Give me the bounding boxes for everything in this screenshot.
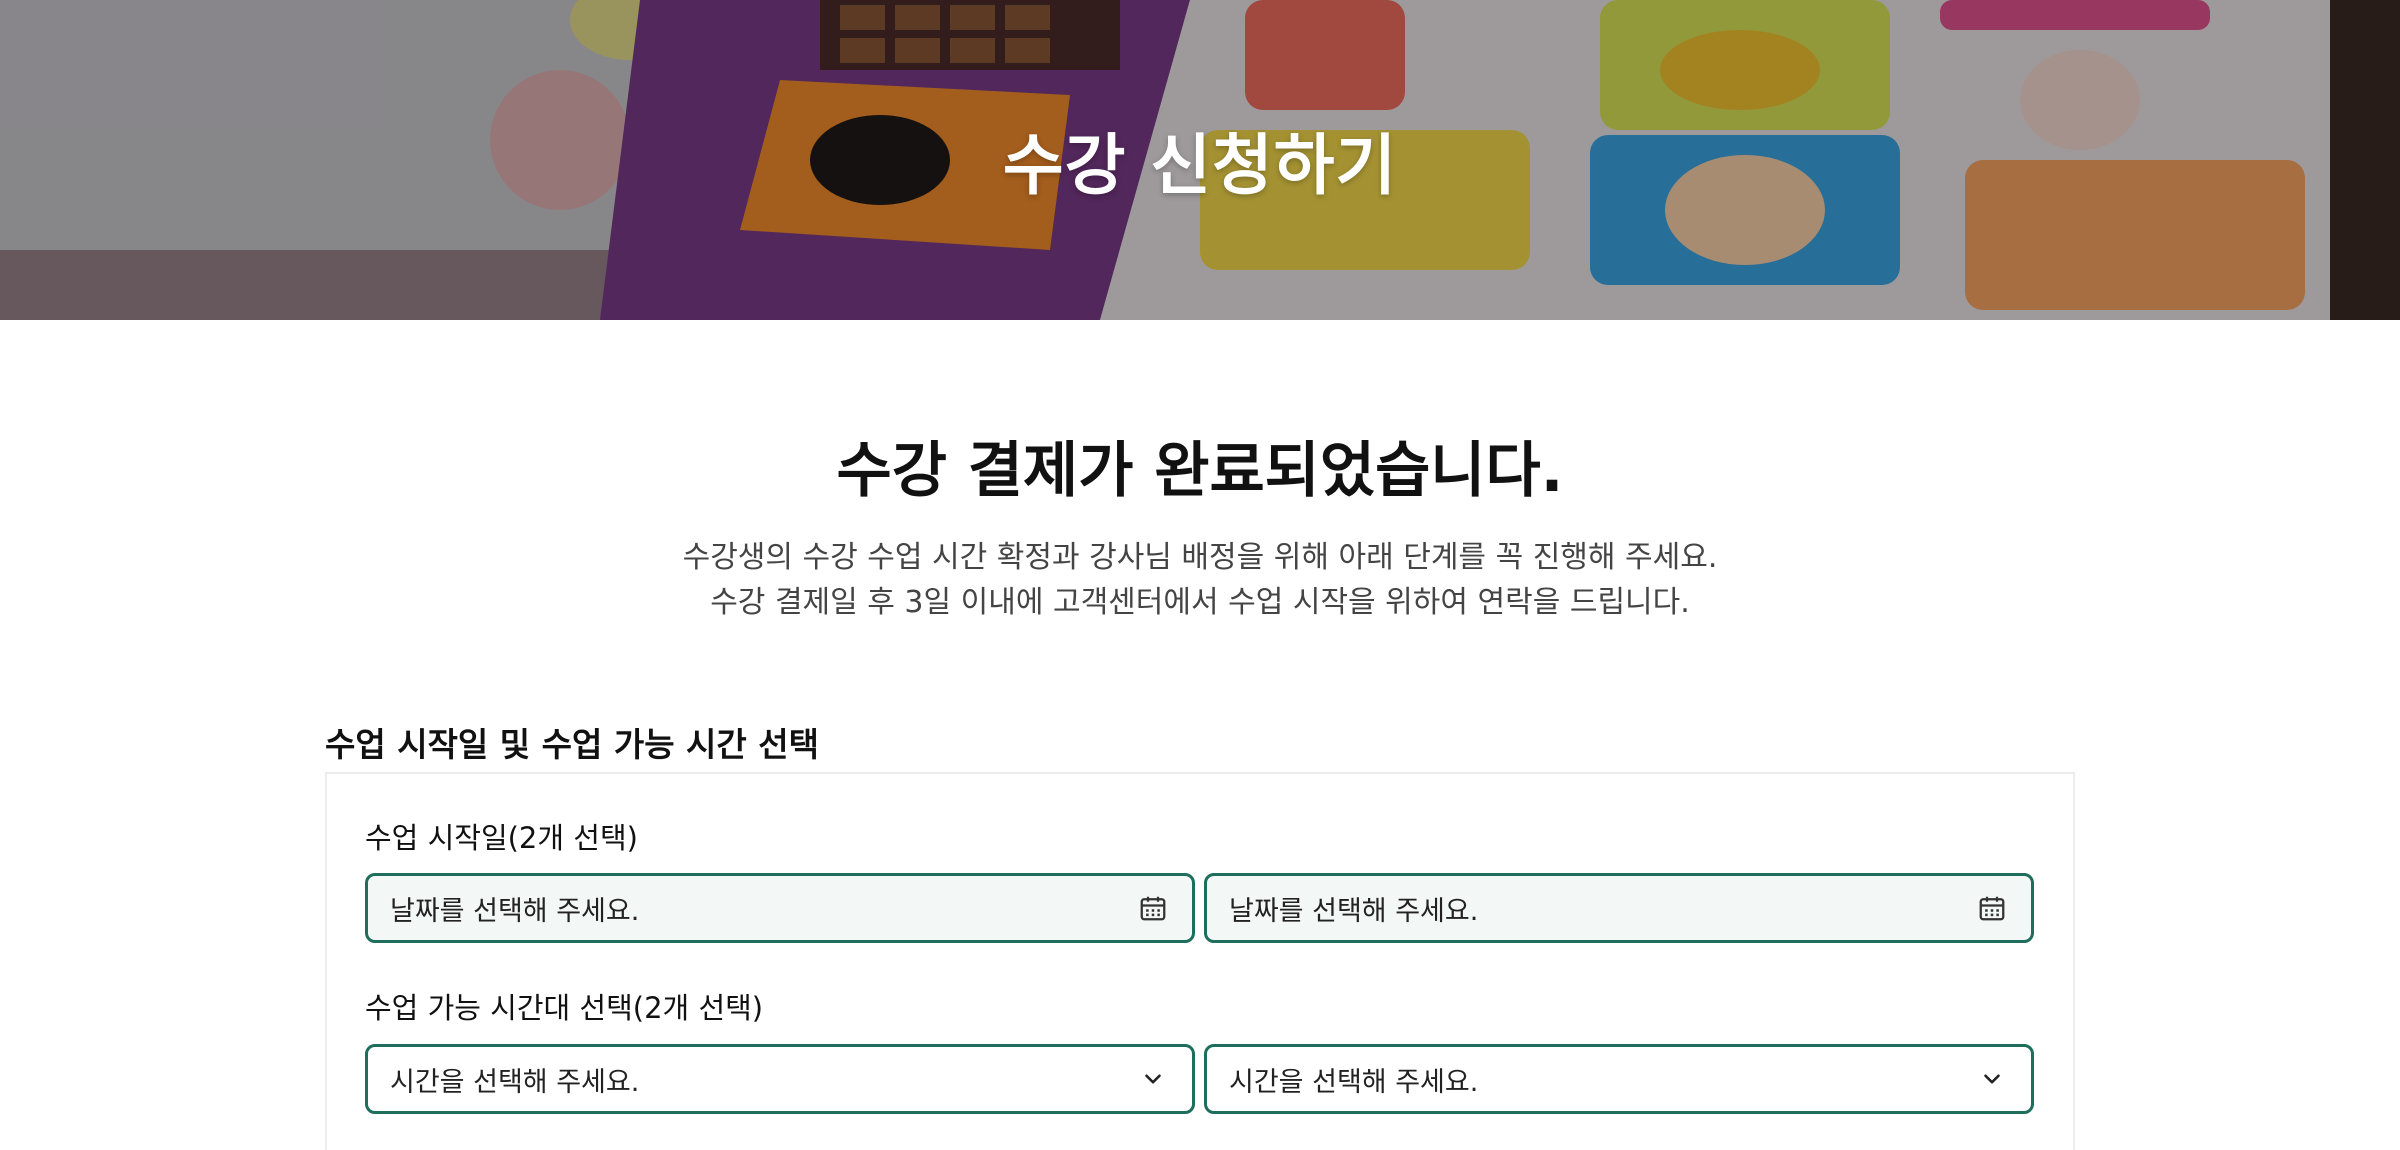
hero-banner: 수강 신청하기 xyxy=(0,0,2400,320)
subtitle-line-1: 수강생의 수강 수업 시간 확정과 강사님 배정을 위해 아래 단계를 꼭 진행… xyxy=(682,540,1718,575)
time-slot-label: 수업 가능 시간대 선택(2개 선택) xyxy=(365,991,764,1025)
start-date-label: 수업 시작일(2개 선택) xyxy=(365,821,638,855)
start-date-field-1-placeholder: 날짜를 선택해 주세요. xyxy=(390,895,640,927)
section-title: 수업 시작일 및 수업 가능 시간 선택 xyxy=(325,725,819,764)
chevron-down-icon xyxy=(1136,1062,1170,1096)
calendar-icon[interactable] xyxy=(1975,891,2009,925)
start-date-field-2-placeholder: 날짜를 선택해 주세요. xyxy=(1229,895,1479,927)
time-slot-select-1[interactable]: 시간을 선택해 주세요. xyxy=(365,1044,1195,1114)
subtitle-line-2: 수강 결제일 후 3일 이내에 고객센터에서 수업 시작을 위하여 연락을 드립… xyxy=(710,585,1690,620)
hero-title: 수강 신청하기 xyxy=(1002,127,1398,204)
calendar-icon[interactable] xyxy=(1136,891,1170,925)
page-title: 수강 결제가 완료되었습니다. xyxy=(836,436,1564,506)
start-date-field-2[interactable]: 날짜를 선택해 주세요. xyxy=(1204,873,2034,943)
start-date-field-1[interactable]: 날짜를 선택해 주세요. xyxy=(365,873,1195,943)
time-slot-select-2-placeholder: 시간을 선택해 주세요. xyxy=(1229,1066,1479,1098)
time-slot-select-1-placeholder: 시간을 선택해 주세요. xyxy=(390,1066,640,1098)
chevron-down-icon xyxy=(1975,1062,2009,1096)
time-slot-select-2[interactable]: 시간을 선택해 주세요. xyxy=(1204,1044,2034,1114)
